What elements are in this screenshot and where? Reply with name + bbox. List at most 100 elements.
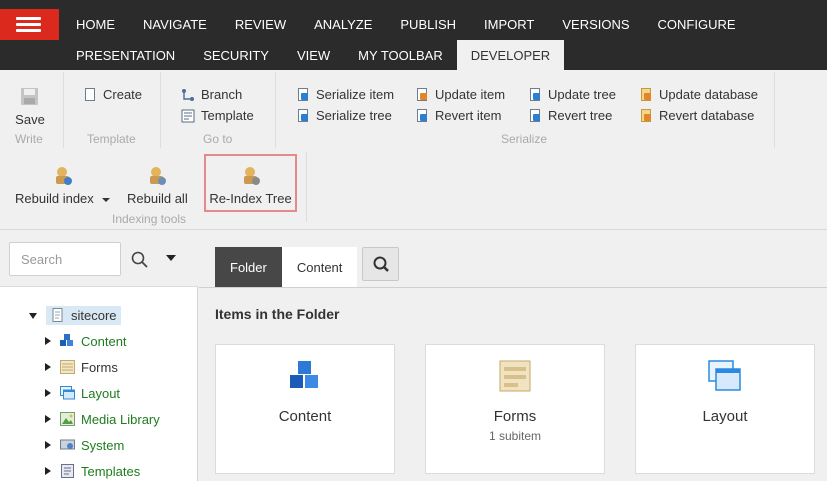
tree-label-forms[interactable]: Forms <box>81 360 118 375</box>
content-tree-panel: sitecore Content Forms Layout Media Libr… <box>0 231 198 481</box>
nav-tab-publish[interactable]: PUBLISH <box>386 9 470 40</box>
create-button[interactable]: Create <box>83 87 142 102</box>
rebuild-all-button[interactable]: Rebuild all <box>127 165 188 206</box>
update-item-button[interactable]: Update item <box>415 87 505 102</box>
tree-search-bar <box>0 231 198 287</box>
card-title: Layout <box>702 408 748 425</box>
nav-tab-versions[interactable]: VERSIONS <box>548 9 643 40</box>
nav-tab-review[interactable]: REVIEW <box>221 9 300 40</box>
item-card-layout[interactable]: Layout <box>635 344 815 474</box>
revert-item-label: Revert item <box>435 108 502 123</box>
document-icon <box>50 308 65 322</box>
tree-label-sitecore[interactable]: sitecore <box>71 308 117 323</box>
system-icon <box>60 438 75 452</box>
expand-arrow-icon[interactable] <box>45 363 51 371</box>
tree-label-layout[interactable]: Layout <box>81 386 120 401</box>
group-label-write: Write <box>15 132 43 146</box>
nav-tab-view[interactable]: VIEW <box>283 40 344 70</box>
template-button[interactable]: Template <box>181 108 254 123</box>
tree-node-system[interactable]: System <box>45 434 124 456</box>
update-database-label: Update database <box>659 87 759 102</box>
expand-arrow-icon[interactable] <box>45 441 51 449</box>
hamburger-menu-button[interactable] <box>0 9 59 40</box>
cubes-icon <box>288 360 322 392</box>
tab-content[interactable]: Content <box>281 247 358 287</box>
image-icon <box>60 412 75 426</box>
item-card-forms[interactable]: Forms 1 subitem <box>425 344 605 474</box>
expand-arrow-icon[interactable] <box>45 415 51 423</box>
card-title: Content <box>278 408 332 425</box>
hamburger-line <box>16 29 41 32</box>
tree-node-media-library[interactable]: Media Library <box>45 408 160 430</box>
save-icon <box>19 86 41 108</box>
tree-label-content[interactable]: Content <box>81 334 127 349</box>
template-icon <box>181 109 195 123</box>
nav-tab-configure[interactable]: CONFIGURE <box>644 9 750 40</box>
rebuild-index-icon <box>52 165 74 187</box>
nav-tab-home[interactable]: HOME <box>62 9 129 40</box>
main-content-area: Folder Content Items in the Folder Conte… <box>199 231 827 481</box>
update-database-button[interactable]: Update database <box>639 87 758 102</box>
group-separator <box>160 72 161 148</box>
branch-button[interactable]: Branch <box>181 87 242 102</box>
expand-arrow-icon[interactable] <box>45 389 51 397</box>
hamburger-line <box>16 17 41 20</box>
update-tree-label: Update tree <box>548 87 616 102</box>
form-icon <box>498 360 532 392</box>
collapse-arrow-icon[interactable] <box>29 313 37 319</box>
revert-item-button[interactable]: Revert item <box>415 108 501 123</box>
form-icon <box>60 360 75 374</box>
tree-label-templates[interactable]: Templates <box>81 464 140 479</box>
tree-node-templates[interactable]: Templates <box>45 460 140 481</box>
rebuild-index-label: Rebuild index <box>15 191 94 206</box>
tab-folder[interactable]: Folder <box>215 247 282 287</box>
rebuild-all-icon <box>146 165 168 187</box>
ribbon: Save Write Create Template Branch Templa… <box>0 70 827 230</box>
search-button[interactable] <box>362 247 399 281</box>
expand-arrow-icon[interactable] <box>45 467 51 475</box>
search-icon[interactable] <box>130 250 150 270</box>
serialize-item-label: Serialize item <box>316 87 395 102</box>
expand-arrow-icon[interactable] <box>45 337 51 345</box>
reindex-tree-label: Re-Index Tree <box>209 191 292 206</box>
nav-tab-my-toolbar[interactable]: MY TOOLBAR <box>344 40 457 70</box>
revert-database-button[interactable]: Revert database <box>639 108 754 123</box>
serialize-item-button[interactable]: Serialize item <box>296 87 394 102</box>
search-icon <box>373 256 389 272</box>
template-icon <box>60 464 75 478</box>
top-navigation-bar: HOME NAVIGATE REVIEW ANALYZE PUBLISH IMP… <box>0 0 827 70</box>
revert-database-label: Revert database <box>659 108 755 123</box>
tree-label-media-library[interactable]: Media Library <box>81 412 160 427</box>
nav-tab-developer[interactable]: DEVELOPER <box>456 40 565 70</box>
update-item-label: Update item <box>435 87 506 102</box>
revert-tree-button[interactable]: Revert tree <box>528 108 612 123</box>
item-card-content[interactable]: Content <box>215 344 395 474</box>
create-icon <box>83 87 97 102</box>
tree-node-layout[interactable]: Layout <box>45 382 120 404</box>
nav-tab-analyze[interactable]: ANALYZE <box>300 9 386 40</box>
search-options-dropdown-icon[interactable] <box>166 255 176 261</box>
windows-icon <box>60 386 75 400</box>
search-input[interactable] <box>9 242 121 276</box>
reindex-tree-button[interactable]: Re-Index Tree <box>204 154 297 212</box>
rebuild-index-button[interactable]: Rebuild index <box>15 165 111 206</box>
nav-tab-import[interactable]: IMPORT <box>470 9 548 40</box>
serialize-item-icon <box>296 87 310 102</box>
update-tree-button[interactable]: Update tree <box>528 87 616 102</box>
windows-icon <box>708 360 742 392</box>
save-button[interactable]: Save <box>14 86 46 127</box>
nav-tab-navigate[interactable]: NAVIGATE <box>129 9 221 40</box>
tree-node-forms[interactable]: Forms <box>45 356 118 378</box>
nav-tab-presentation[interactable]: PRESENTATION <box>62 40 189 70</box>
save-label: Save <box>15 112 45 127</box>
group-label-serialize: Serialize <box>501 132 548 146</box>
tree-node-root[interactable]: sitecore <box>29 304 121 326</box>
rebuild-index-dropdown-icon[interactable] <box>102 197 111 202</box>
tree-node-content[interactable]: Content <box>45 330 127 352</box>
nav-tab-security[interactable]: SECURITY <box>189 40 283 70</box>
tree-label-system[interactable]: System <box>81 438 124 453</box>
database-icon <box>639 108 653 123</box>
serialize-tree-button[interactable]: Serialize tree <box>296 108 392 123</box>
group-label-indexing: Indexing tools <box>112 212 187 226</box>
update-item-icon <box>415 87 429 102</box>
